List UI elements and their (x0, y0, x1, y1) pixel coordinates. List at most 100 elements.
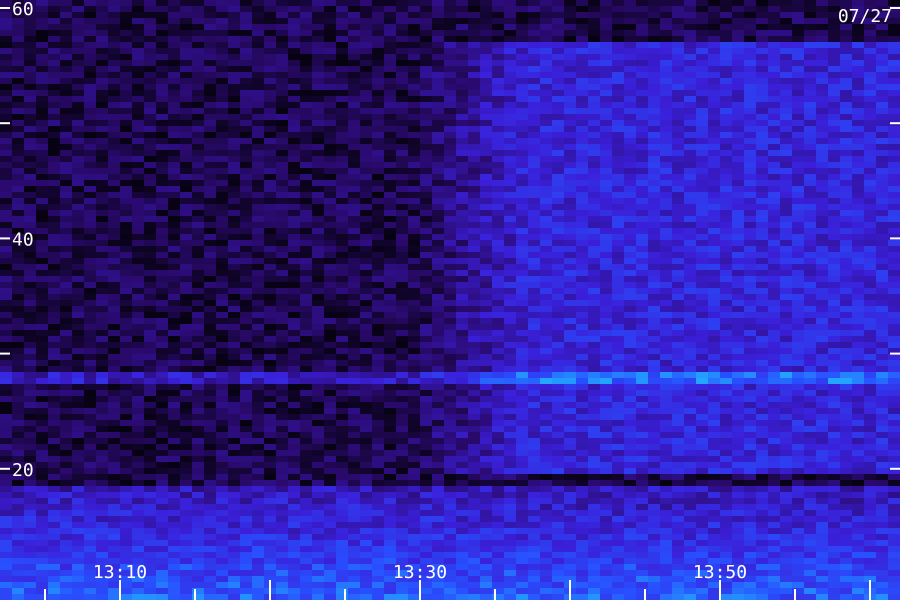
spectrogram-cell-4019 (528, 318, 540, 324)
spectrogram-cell-954 (648, 72, 660, 78)
spectrogram-cell-3574 (588, 282, 600, 288)
spectrogram-cell-1242 (504, 96, 516, 102)
spectrogram-cell-3831 (72, 306, 84, 312)
spectrogram-cell-1631 (672, 126, 684, 132)
spectrogram-cell-2405 (60, 192, 72, 198)
spectrogram-cell-4815 (180, 384, 192, 390)
spectrogram-cell-604 (48, 48, 60, 54)
spectrogram-cell-1456 (372, 114, 384, 120)
spectrogram-cell-27 (324, 0, 336, 6)
spectrogram-cell-1969 (228, 156, 240, 162)
spectrogram-cell-2090 (780, 162, 792, 168)
spectrogram-cell-2818 (516, 222, 528, 228)
spectrogram-cell-3041 (492, 240, 504, 246)
spectrogram-cell-4136 (132, 330, 144, 336)
spectrogram-cell-1388 (456, 108, 468, 114)
spectrogram-cell-2502 (324, 198, 336, 204)
spectrogram-cell-1902 (324, 150, 336, 156)
spectrogram-cell-3783 (396, 300, 408, 306)
spectrogram-cell-4705 (660, 372, 672, 378)
spectrogram-cell-4276 (12, 342, 24, 348)
spectrogram-cell-4405 (660, 348, 672, 354)
spectrogram-cell-3988 (156, 318, 168, 324)
spectrogram-cell-2839 (768, 222, 780, 228)
spectrogram-cell-3593 (816, 282, 828, 288)
spectrogram-cell-3689 (168, 294, 180, 300)
spectrogram-cell-864 (468, 66, 480, 72)
spectrogram-cell-4000 (300, 318, 312, 324)
spectrogram-cell-4169 (528, 330, 540, 336)
spectrogram-cell-3395 (240, 270, 252, 276)
spectrogram-cell-2012 (744, 156, 756, 162)
spectrogram-cell-3943 (516, 312, 528, 318)
spectrogram-cell-4819 (228, 384, 240, 390)
spectrogram-cell-2769 (828, 216, 840, 222)
spectrogram-cell-1459 (408, 114, 420, 120)
spectrogram-cell-2443 (516, 192, 528, 198)
spectrogram-cell-2930 (60, 234, 72, 240)
spectrogram-cell-3441 (792, 270, 804, 276)
spectrogram-cell-1542 (504, 120, 516, 126)
spectrogram-cell-863 (456, 66, 468, 72)
spectrogram-cell-3098 (276, 246, 288, 252)
spectrogram-cell-3197 (564, 252, 576, 258)
spectrogram-cell-612 (144, 48, 156, 54)
spectrogram-cell-1522 (264, 120, 276, 126)
spectrogram-cell-633 (396, 48, 408, 54)
spectrogram-cell-766 (192, 60, 204, 66)
spectrogram-cell-469 (228, 36, 240, 42)
spectrogram-cell-439 (768, 30, 780, 36)
spectrogram-cell-2948 (276, 234, 288, 240)
spectrogram-cell-1551 (612, 120, 624, 126)
spectrogram-cell-4494 (828, 354, 840, 360)
spectrogram-cell-3438 (756, 270, 768, 276)
spectrogram-cell-1381 (372, 108, 384, 114)
spectrogram-cell-2193 (216, 174, 228, 180)
spectrogram-cell-238 (156, 18, 168, 24)
spectrogram-cell-2000 (600, 156, 612, 162)
spectrogram-cell-2641 (192, 210, 204, 216)
spectrogram-cell-2273 (276, 180, 288, 186)
spectrogram-cell-4261 (732, 336, 744, 342)
spectrogram-cell-3563 (456, 282, 468, 288)
spectrogram-cell-3654 (648, 288, 660, 294)
spectrogram-cell-1598 (276, 126, 288, 132)
spectrogram-cell-3861 (432, 306, 444, 312)
spectrogram-cell-3327 (324, 264, 336, 270)
spectrogram-cell-3759 (108, 300, 120, 306)
spectrogram-cell-1610 (420, 126, 432, 132)
spectrogram-cell-3343 (516, 264, 528, 270)
spectrogram-cell-4129 (48, 330, 60, 336)
spectrogram-cell-1340 (780, 102, 792, 108)
spectrogram-cell-3501 (612, 276, 624, 282)
spectrogram-cell-1430 (60, 114, 72, 120)
spectrogram-cell-4540 (480, 360, 492, 366)
spectrogram-cell-2779 (48, 222, 60, 228)
spectrogram-cell-1023 (576, 78, 588, 84)
spectrogram-cell-3408 (396, 270, 408, 276)
spectrogram-cell-956 (672, 72, 684, 78)
spectrogram-cell-376 (12, 30, 24, 36)
spectrogram-cell-4606 (372, 366, 384, 372)
spectrogram-cell-4565 (780, 360, 792, 366)
spectrogram-cell-995 (240, 78, 252, 84)
spectrogram-cell-127 (624, 6, 636, 12)
spectrogram-cell-328 (336, 24, 348, 30)
spectrogram-cell-4615 (480, 366, 492, 372)
spectrogram-cell-401 (312, 30, 324, 36)
spectrogram-cell-4340 (780, 342, 792, 348)
spectrogram-cell-4131 (72, 330, 84, 336)
spectrogram-cell-3309 (108, 264, 120, 270)
spectrogram-cell-2158 (696, 168, 708, 174)
spectrogram-cell-1439 (168, 114, 180, 120)
spectrogram-cell-2392 (804, 186, 816, 192)
spectrogram-cell-4206 (72, 336, 84, 342)
spectrogram-cell-628 (336, 48, 348, 54)
spectrogram-cell-1958 (96, 156, 108, 162)
spectrogram-cell-4963 (156, 396, 168, 402)
spectrogram-cell-1665 (180, 132, 192, 138)
spectrogram-cell-1067 (204, 84, 216, 90)
spectrogram-cell-4875 (0, 390, 12, 396)
spectrogram-cell-2912 (744, 228, 756, 234)
spectrogram-cell-489 (468, 36, 480, 42)
